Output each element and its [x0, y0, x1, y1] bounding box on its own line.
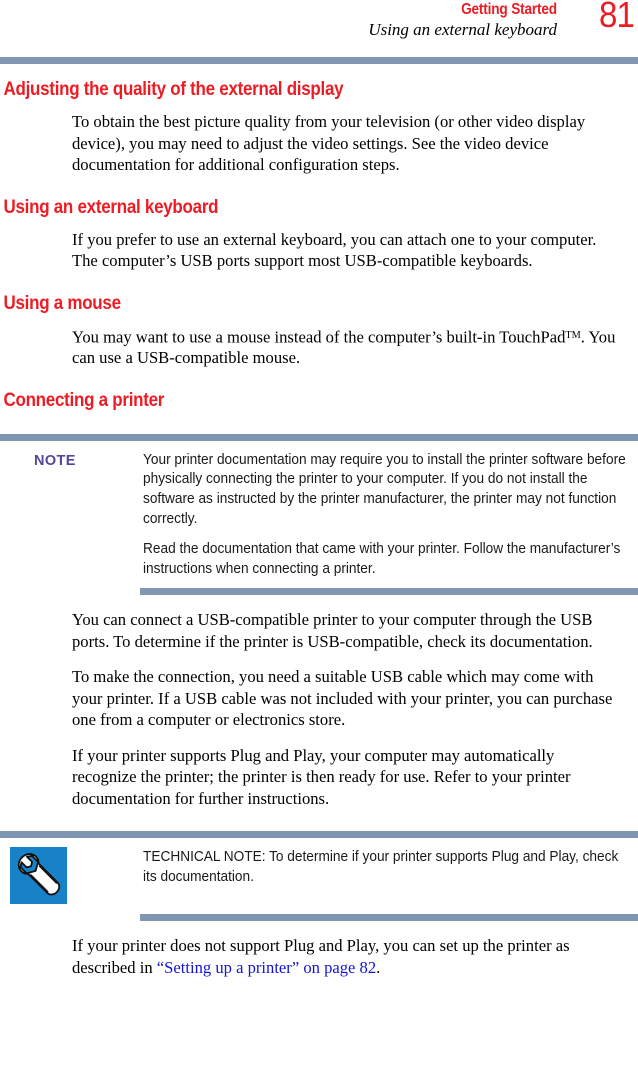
heading-using-mouse: Using a mouse	[3, 291, 121, 314]
note-paragraph-2: Read the documentation that came with yo…	[143, 540, 621, 577]
closing-text-after-link: .	[376, 957, 381, 977]
paragraph-using-mouse: You may want to use a mouse instead of t…	[0, 319, 638, 373]
technical-note-top-rule	[0, 831, 638, 839]
technical-note-callout: TECHNICAL NOTE: To determine if your pri…	[0, 831, 638, 922]
page-number: 81	[598, 0, 635, 35]
trademark-symbol: TM	[565, 329, 581, 341]
mouse-text-part-one: You may want to use a mouse instead of t…	[72, 326, 566, 346]
note-bottom-rule	[140, 588, 638, 596]
paragraph-usb-printer: You can connect a USB-compatible printer…	[72, 610, 593, 651]
technical-note-text-container: TECHNICAL NOTE: To determine if your pri…	[143, 847, 638, 886]
page-header: Getting Started Using an external keyboa…	[0, 0, 638, 57]
header-divider-rule	[0, 57, 638, 64]
note-callout: NOTE Your printer documentation may requ…	[0, 433, 638, 596]
page-content: Adjusting the quality of the external di…	[0, 64, 638, 982]
link-setting-up-a-printer[interactable]: “Setting up a printer” on page 82	[157, 958, 376, 977]
note-paragraph-1: Your printer documentation may require y…	[143, 450, 626, 527]
technical-note-text: TECHNICAL NOTE: To determine if your pri…	[143, 848, 619, 885]
heading-connecting-printer: Connecting a printer	[3, 388, 165, 411]
header-chapter-title: Getting Started	[461, 1, 557, 18]
heading-external-keyboard: Using an external keyboard	[3, 195, 219, 218]
technical-note-body: TECHNICAL NOTE: To determine if your pri…	[0, 838, 638, 914]
technical-note-icon-cell	[0, 847, 143, 905]
note-top-rule	[0, 433, 638, 441]
paragraph-usb-cable: To make the connection, you need a suita…	[72, 667, 613, 730]
note-text-container: Your printer documentation may require y…	[143, 450, 638, 579]
header-subject-title: Using an external keyboard	[368, 20, 557, 39]
paragraph-plug-and-play: If your printer supports Plug and Play, …	[72, 745, 571, 808]
wrench-icon	[10, 847, 67, 905]
heading-adjusting-display: Adjusting the quality of the external di…	[3, 78, 344, 100]
paragraph-external-keyboard: If you prefer to use an external keyboar…	[72, 229, 597, 271]
note-label: NOTE	[34, 452, 76, 469]
paragraph-adjusting-display: To obtain the best picture quality from …	[72, 112, 586, 174]
note-body: NOTE Your printer documentation may requ…	[0, 441, 638, 589]
paragraph-closing: If your printer does not support Plug an…	[0, 921, 638, 982]
technical-note-bottom-rule	[140, 914, 638, 922]
